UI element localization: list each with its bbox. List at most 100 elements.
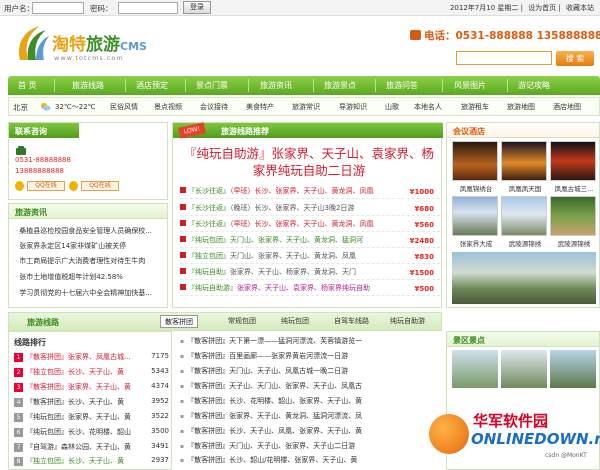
- hotel-photo: [501, 196, 547, 236]
- scenic-photo[interactable]: [550, 350, 596, 388]
- subnav-item[interactable]: 酒店地图: [553, 102, 581, 112]
- subnav-item[interactable]: 导游知识: [339, 102, 367, 112]
- password-input[interactable]: [118, 2, 178, 14]
- subnav-item[interactable]: 山歌: [385, 102, 399, 112]
- tour-item[interactable]: 『散客拼团』张家界、天子山、黄龙洞、猛洞河漂流、凤: [180, 411, 440, 424]
- subnav-item[interactable]: 会议接待: [200, 102, 228, 112]
- route-row[interactable]: 『纯玩自助游』张家界、天子山、袁家界、杨家界纯玩自助 ¥500: [180, 283, 440, 296]
- tour-item[interactable]: 『散客拼团』天门山、天子山、张家界、天子山二日游: [180, 441, 440, 454]
- contact-phone: 电话：0531-888888 13588888888: [410, 28, 600, 43]
- hotel-photo: [501, 141, 547, 181]
- news-item[interactable]: 张市土地增值税超年计划42.58%: [15, 272, 123, 282]
- route-row[interactable]: 『长沙往返』（晚班）长沙、张家界、天子山3晚2日游 ¥680: [180, 203, 440, 216]
- news-item[interactable]: 学习贯彻党的十七届六中全会精神加快基...: [15, 288, 152, 298]
- watermark-cn: 华军软件园: [473, 412, 549, 430]
- username-input[interactable]: [32, 2, 84, 14]
- rank-row[interactable]: 4 『散客拼团』长沙、天子山、黄 3952: [14, 397, 169, 409]
- nav-home[interactable]: 首 页: [18, 80, 37, 91]
- subnav-item[interactable]: 旅游常识: [292, 102, 320, 112]
- subnav-item[interactable]: 本地名人: [414, 102, 442, 112]
- scenic-photo[interactable]: [452, 350, 498, 388]
- nav-guides[interactable]: 游记攻略: [518, 80, 550, 91]
- tour-item[interactable]: 『散客拼团』长沙、天子山、凤凰、张家界、天子山、黄: [180, 426, 440, 439]
- hotel-name: 武陵源锦绣: [557, 240, 591, 248]
- rank-row[interactable]: 1 『散客拼团』张家界、凤凰古城... 7175: [14, 352, 169, 364]
- tab-pure-tour[interactable]: 纯玩包团: [281, 316, 309, 329]
- rank-title: 线路排行: [14, 338, 46, 347]
- rank-row[interactable]: 3 『散客拼团』张家界、天子山、黄 4374: [14, 382, 169, 394]
- subnav-item[interactable]: 民俗风情: [110, 102, 138, 112]
- search-button[interactable]: 搜 索: [556, 51, 594, 66]
- tab-group-tour[interactable]: 散客拼团: [160, 315, 198, 328]
- favorite-link[interactable]: 收藏本站: [566, 4, 594, 12]
- subnav-item[interactable]: 美食特产: [246, 102, 274, 112]
- tab-regular-tour[interactable]: 常规包团: [228, 316, 256, 329]
- route-row[interactable]: 『长沙往返』（早班）长沙、张家界、天子山、黄龙洞、凤凰 ¥1000: [180, 186, 440, 199]
- main-nav: 首 页 旅游线路 酒店预定 景点门票 旅游资讯 旅游景点 旅游问答 风景图片 游…: [8, 76, 600, 95]
- low-badge: LOW!: [178, 122, 206, 139]
- tour-item[interactable]: 『散客拼团』天门山、天子山、凤凰古城一晚二日游: [180, 366, 440, 379]
- rank-row[interactable]: 7 『自驾游』森林公园、天子山、黄 3491: [14, 442, 169, 454]
- tour-item[interactable]: 『散客拼团』天下第一漂——猛洞河漂流、芙蓉镇游览一: [180, 336, 440, 349]
- tour-item[interactable]: 『散客拼团』长沙、韶山/花明楼、张家界、天子山、黄: [180, 455, 440, 468]
- scenic-title: 景区景点: [453, 336, 485, 345]
- nav-routes[interactable]: 旅游线路: [72, 80, 104, 91]
- promo-headline[interactable]: 『纯玩自助游』张家界、天子山、袁家界、杨家界纯玩自助二日游: [180, 145, 438, 179]
- subnav-item[interactable]: 景点视频: [154, 102, 182, 112]
- nav-news[interactable]: 旅游资讯: [260, 80, 292, 91]
- rank-row[interactable]: 2 『独立包团』长沙、天子山、黄 5343: [14, 367, 169, 379]
- tour-item[interactable]: 『散客拼团』天子山、天门山、张家界、天子山、凤凰古: [180, 381, 440, 394]
- search-input[interactable]: [456, 51, 552, 65]
- nav-photos[interactable]: 风景图片: [454, 80, 486, 91]
- logo-url: www.totcms.com: [54, 54, 124, 62]
- subnav-item[interactable]: 旅游地图: [507, 102, 535, 112]
- scenic-photo[interactable]: [501, 350, 547, 388]
- password-label: 密码：: [90, 4, 113, 13]
- hotel-name: 张家界大成: [459, 240, 493, 248]
- route-row[interactable]: 『纯玩包团』天门山、张家界、天子山、黄龙洞、猛洞河 ¥2480: [180, 235, 440, 248]
- rank-row[interactable]: 8 『独立包团』长沙、天子山、黄 2937: [14, 456, 169, 468]
- top-right-links: 2012年7月10 星期二 | 设为首页 | 收藏本站: [449, 4, 594, 12]
- hotel-name: 凤凰古城三...: [554, 185, 594, 193]
- search-bar: 搜 索: [456, 51, 594, 67]
- tab-self-help[interactable]: 纯玩自助游: [390, 316, 425, 329]
- watermark-credit: csdn @MonKT: [545, 452, 587, 459]
- qq-online-button[interactable]: QQ在线: [27, 181, 65, 191]
- rank-row[interactable]: 6 『纯玩包团』长沙、花明楼、韶山 3500: [14, 427, 169, 439]
- subnav-item[interactable]: 旅游租车: [461, 102, 489, 112]
- rank-row[interactable]: 5 『纯玩包团』张家界、天子山、黄 3522: [14, 412, 169, 424]
- bullet-icon: [180, 220, 186, 226]
- tab-self-drive[interactable]: 自驾车线路: [334, 316, 369, 329]
- nav-tickets[interactable]: 景点门票: [196, 80, 228, 91]
- date-text: 2012年7月10 星期二: [449, 4, 519, 12]
- news-item[interactable]: 桑植县巡检校园食品安全管理人员确保校...: [15, 226, 152, 236]
- qq-icon: [15, 181, 24, 191]
- news-box: 旅游资讯 桑植县巡检校园食品安全管理人员确保校... 张家界永定区14家非煤矿山…: [8, 203, 168, 308]
- scenic-banner-image[interactable]: [452, 252, 596, 304]
- login-button[interactable]: 登录: [183, 1, 211, 14]
- contact-title: 联系咨询: [15, 127, 47, 136]
- tour-item[interactable]: 『散客拼团』长沙、花明楼、韶山、张家界、天子山、黄: [180, 396, 440, 409]
- route-row[interactable]: 『纯玩自助』张家界、天子山、杨家界、黄龙洞、天门 ¥1500: [180, 267, 440, 280]
- bullet-icon: [180, 187, 186, 193]
- nav-hotels[interactable]: 酒店预定: [136, 80, 168, 91]
- username-label: 用户名：: [4, 4, 34, 13]
- site-logo[interactable]: 淘特旅游CMS www.totcms.com: [14, 24, 174, 74]
- logo-swirl-icon: [18, 26, 49, 60]
- set-home-link[interactable]: 设为首页: [528, 4, 556, 12]
- weather-city: 北京: [13, 103, 28, 112]
- route-row[interactable]: 『独立包团』天门山、张家界、天子山、黄龙洞、凤凰 ¥830: [180, 251, 440, 264]
- weather-temp: 32℃～22℃: [55, 103, 96, 111]
- tour-item[interactable]: 『散客拼团』百里画廊——张家界黄岩河漂流一日游: [180, 351, 440, 364]
- route-row[interactable]: 『长沙往返』（早班）长沙、张家界、天子山、黄龙洞、凤凰 ¥560: [180, 219, 440, 232]
- promo-header: 旅游线路推荐: [221, 127, 269, 136]
- qq-online-button[interactable]: QQ在线: [81, 181, 119, 191]
- bullet-icon: [180, 236, 186, 242]
- watermark-logo: 华军软件园 ONLINEDOWN.net csdn @MonKT: [425, 410, 600, 470]
- hotel-photo: [550, 196, 596, 236]
- nav-qa[interactable]: 旅游问答: [386, 80, 418, 91]
- news-item[interactable]: 张家界永定区14家非煤矿山被关停: [15, 241, 126, 251]
- news-item[interactable]: 市工商局提示广大消费者理性对待生牛肉: [15, 256, 145, 266]
- hotels-title: 会议酒店: [453, 127, 485, 136]
- nav-scenic[interactable]: 旅游景点: [324, 80, 356, 91]
